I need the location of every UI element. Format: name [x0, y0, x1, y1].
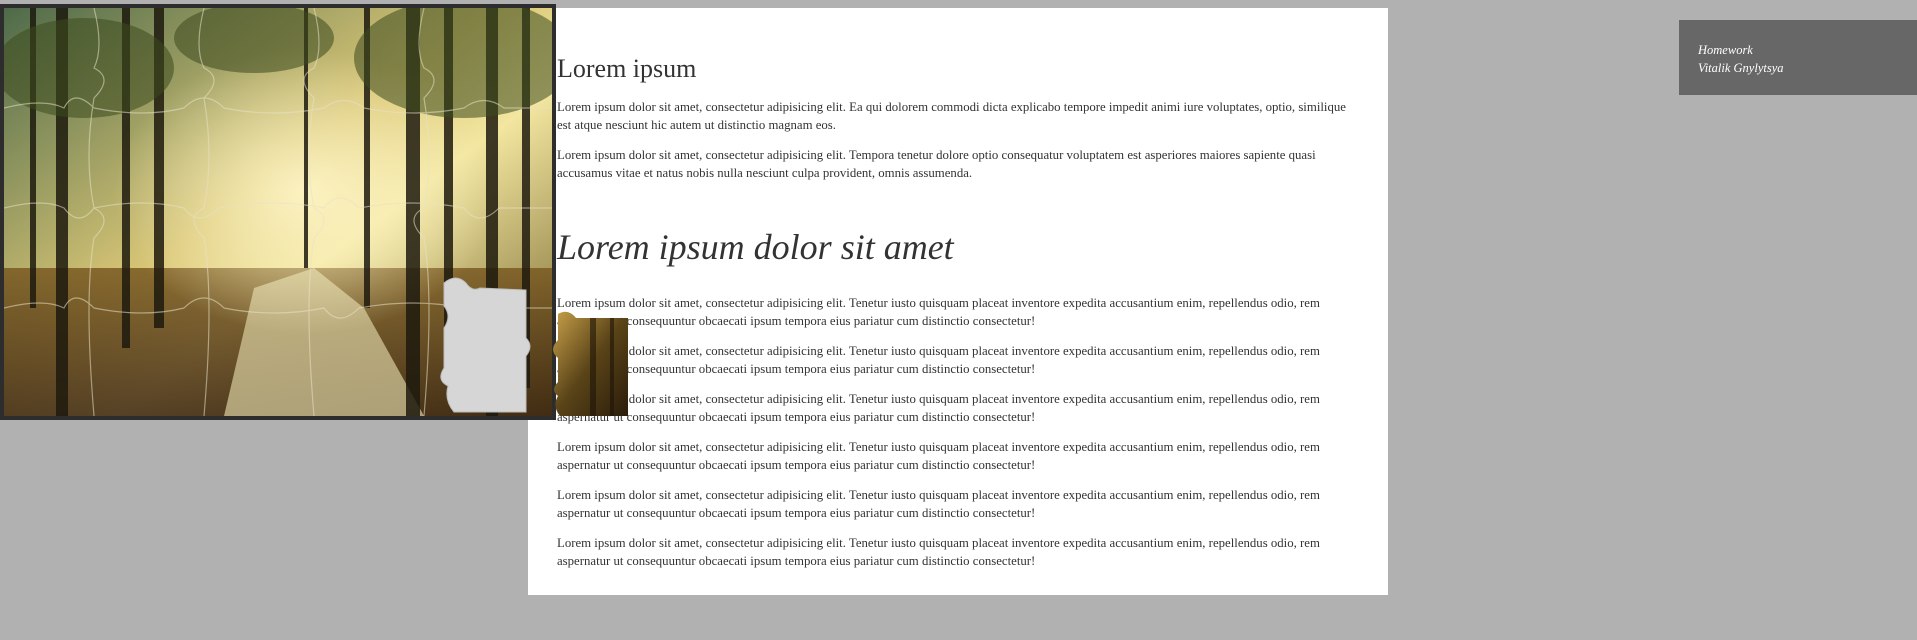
heading-lorem-ipsum-dolor: Lorem ipsum dolor sit amet — [557, 227, 954, 267]
body-paragraph: Lorem ipsum dolor sit amet, consectetur … — [557, 488, 1320, 520]
loose-puzzle-piece[interactable] — [440, 278, 630, 418]
body-paragraph: Lorem ipsum dolor sit amet, consectetur … — [557, 296, 1320, 328]
intro-paragraph: Lorem ipsum dolor sit amet, consectetur … — [557, 148, 1316, 180]
heading-lorem-ipsum: Lorem ipsum — [557, 54, 697, 83]
body-paragraph: Lorem ipsum dolor sit amet, consectetur … — [557, 392, 1320, 424]
article-card: Lorem ipsum Lorem ipsum dolor sit amet, … — [528, 8, 1388, 595]
badge-author: Vitalik Gnylytsya — [1698, 61, 1784, 75]
puzzle-piece-image — [553, 311, 628, 416]
badge-title: Homework — [1698, 43, 1753, 57]
body-paragraph: Lorem ipsum dolor sit amet, consectetur … — [557, 536, 1320, 568]
body-paragraph: Lorem ipsum dolor sit amet, consectetur … — [557, 440, 1320, 472]
body-paragraph: Lorem ipsum dolor sit amet, consectetur … — [557, 344, 1320, 376]
homework-badge: Homework Vitalik Gnylytsya — [1679, 20, 1917, 95]
article-content: Lorem ipsum Lorem ipsum dolor sit amet, … — [557, 46, 1363, 582]
intro-paragraph: Lorem ipsum dolor sit amet, consectetur … — [557, 100, 1346, 132]
